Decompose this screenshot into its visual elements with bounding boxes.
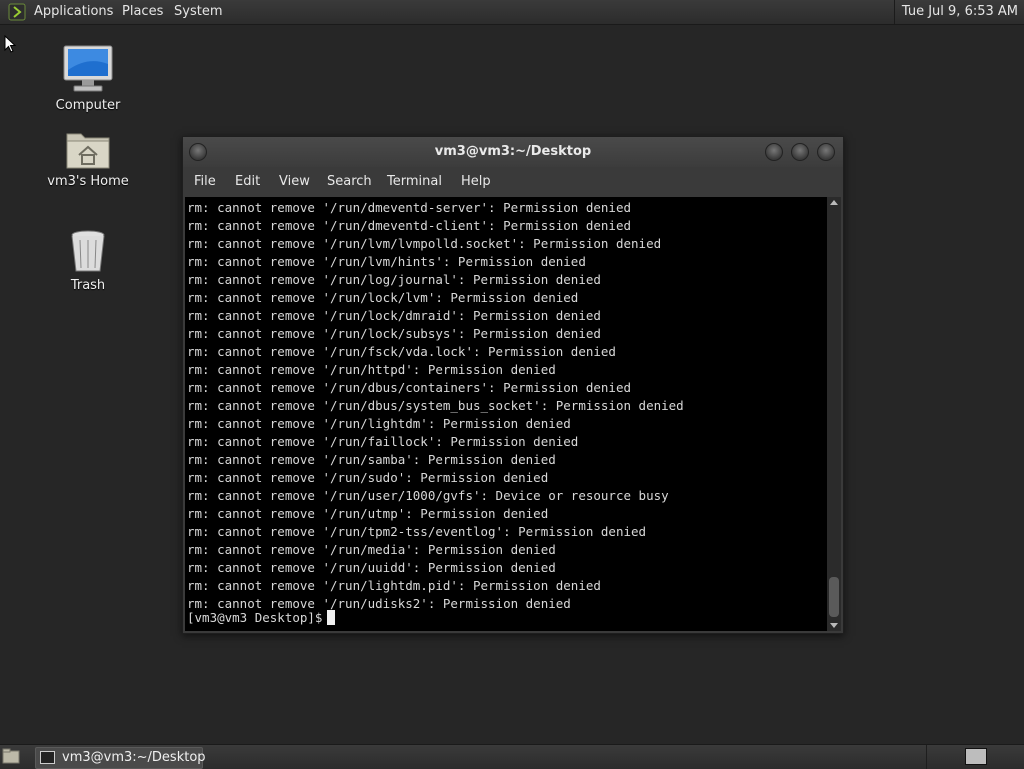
text-cursor [327, 610, 336, 625]
terminal-line: rm: cannot remove '/run/lock/lvm': Permi… [187, 290, 579, 305]
terminal-line: rm: cannot remove '/run/uuidd': Permissi… [187, 560, 556, 575]
close-button[interactable] [817, 143, 835, 161]
taskbar-terminal-button[interactable]: vm3@vm3:~/Desktop [35, 747, 206, 769]
desktop-icon-label: Trash [70, 278, 106, 293]
menu-terminal[interactable]: Terminal [387, 167, 442, 197]
scroll-down-arrow-icon[interactable] [830, 623, 838, 628]
desktop-icon-label: vm3's Home [47, 174, 129, 189]
terminal-line: rm: cannot remove '/run/dbus/containers'… [187, 380, 632, 395]
menu-help[interactable]: Help [461, 167, 491, 197]
scrollbar-thumb[interactable] [829, 577, 839, 617]
terminal-line: rm: cannot remove '/run/lvm/hints': Perm… [187, 254, 586, 269]
terminal-line: rm: cannot remove '/run/dmeventd-server'… [187, 200, 632, 215]
minimize-button[interactable] [765, 143, 783, 161]
terminal-scrollbar[interactable] [827, 197, 841, 631]
window-titlebar[interactable]: vm3@vm3:~/Desktop [183, 137, 843, 167]
computer-icon [63, 45, 113, 92]
terminal-menubar: File Edit View Search Terminal Help [183, 167, 843, 197]
maximize-button[interactable] [791, 143, 809, 161]
terminal-line: rm: cannot remove '/run/sudo': Permissio… [187, 470, 549, 485]
workspace-switcher[interactable] [926, 745, 1024, 769]
terminal-line: rm: cannot remove '/run/media': Permissi… [187, 542, 556, 557]
desktop-icon-computer[interactable]: Computer [38, 44, 138, 113]
trash-icon [71, 230, 105, 272]
places-menu[interactable]: Places [122, 0, 163, 24]
top-panel: Applications Places System Tue Jul 9, 6:… [0, 0, 1024, 25]
menu-edit[interactable]: Edit [235, 167, 260, 197]
clock[interactable]: Tue Jul 9, 6:53 AM [893, 0, 1024, 24]
desktop-icon-label: Computer [55, 98, 121, 113]
terminal-prompt-line: [vm3@vm3 Desktop]$ [187, 609, 336, 627]
terminal-line: rm: cannot remove '/run/lightdm.pid': Pe… [187, 578, 601, 593]
menu-view[interactable]: View [279, 167, 310, 197]
window-title: vm3@vm3:~/Desktop [434, 144, 592, 159]
terminal-line: rm: cannot remove '/run/lock/dmraid': Pe… [187, 308, 601, 323]
applications-logo-icon[interactable] [8, 3, 26, 21]
bottom-panel: vm3@vm3:~/Desktop [0, 744, 1024, 769]
terminal-line: rm: cannot remove '/run/utmp': Permissio… [187, 506, 549, 521]
terminal-output[interactable]: rm: cannot remove '/run/dmeventd-server'… [185, 197, 827, 631]
terminal-window: vm3@vm3:~/Desktop File Edit View Search … [182, 136, 844, 634]
terminal-line: rm: cannot remove '/run/dbus/system_bus_… [187, 398, 684, 413]
terminal-line: rm: cannot remove '/run/faillock': Permi… [187, 434, 579, 449]
desktop-icon-trash[interactable]: Trash [38, 228, 138, 293]
home-folder-icon [66, 133, 110, 169]
terminal-line: rm: cannot remove '/run/fsck/vda.lock': … [187, 344, 616, 359]
menu-file[interactable]: File [194, 167, 216, 197]
system-menu[interactable]: System [174, 0, 222, 24]
terminal-line: rm: cannot remove '/run/lightdm': Permis… [187, 416, 571, 431]
terminal-line: rm: cannot remove '/run/samba': Permissi… [187, 452, 556, 467]
applications-menu[interactable]: Applications [34, 0, 113, 24]
terminal-line: rm: cannot remove '/run/lock/subsys': Pe… [187, 326, 601, 341]
show-desktop-icon[interactable] [2, 748, 20, 764]
terminal-line: rm: cannot remove '/run/lvm/lvmpolld.soc… [187, 236, 662, 251]
terminal-prompt: [vm3@vm3 Desktop]$ [187, 610, 323, 625]
taskbar-label: vm3@vm3:~/Desktop [62, 750, 206, 765]
terminal-line: rm: cannot remove '/run/user/1000/gvfs':… [187, 488, 669, 503]
terminal-line: rm: cannot remove '/run/dmeventd-client'… [187, 218, 632, 233]
terminal-line: rm: cannot remove '/run/httpd': Permissi… [187, 362, 556, 377]
menu-search[interactable]: Search [327, 167, 372, 197]
terminal-icon [40, 751, 55, 764]
mouse-pointer-icon [4, 35, 17, 53]
terminal-line: rm: cannot remove '/run/tpm2-tss/eventlo… [187, 524, 647, 539]
scroll-up-arrow-icon[interactable] [830, 200, 838, 205]
workspace-1[interactable] [965, 748, 987, 765]
desktop-icon-home[interactable]: vm3's Home [38, 128, 138, 189]
terminal-line: rm: cannot remove '/run/log/journal': Pe… [187, 272, 601, 287]
